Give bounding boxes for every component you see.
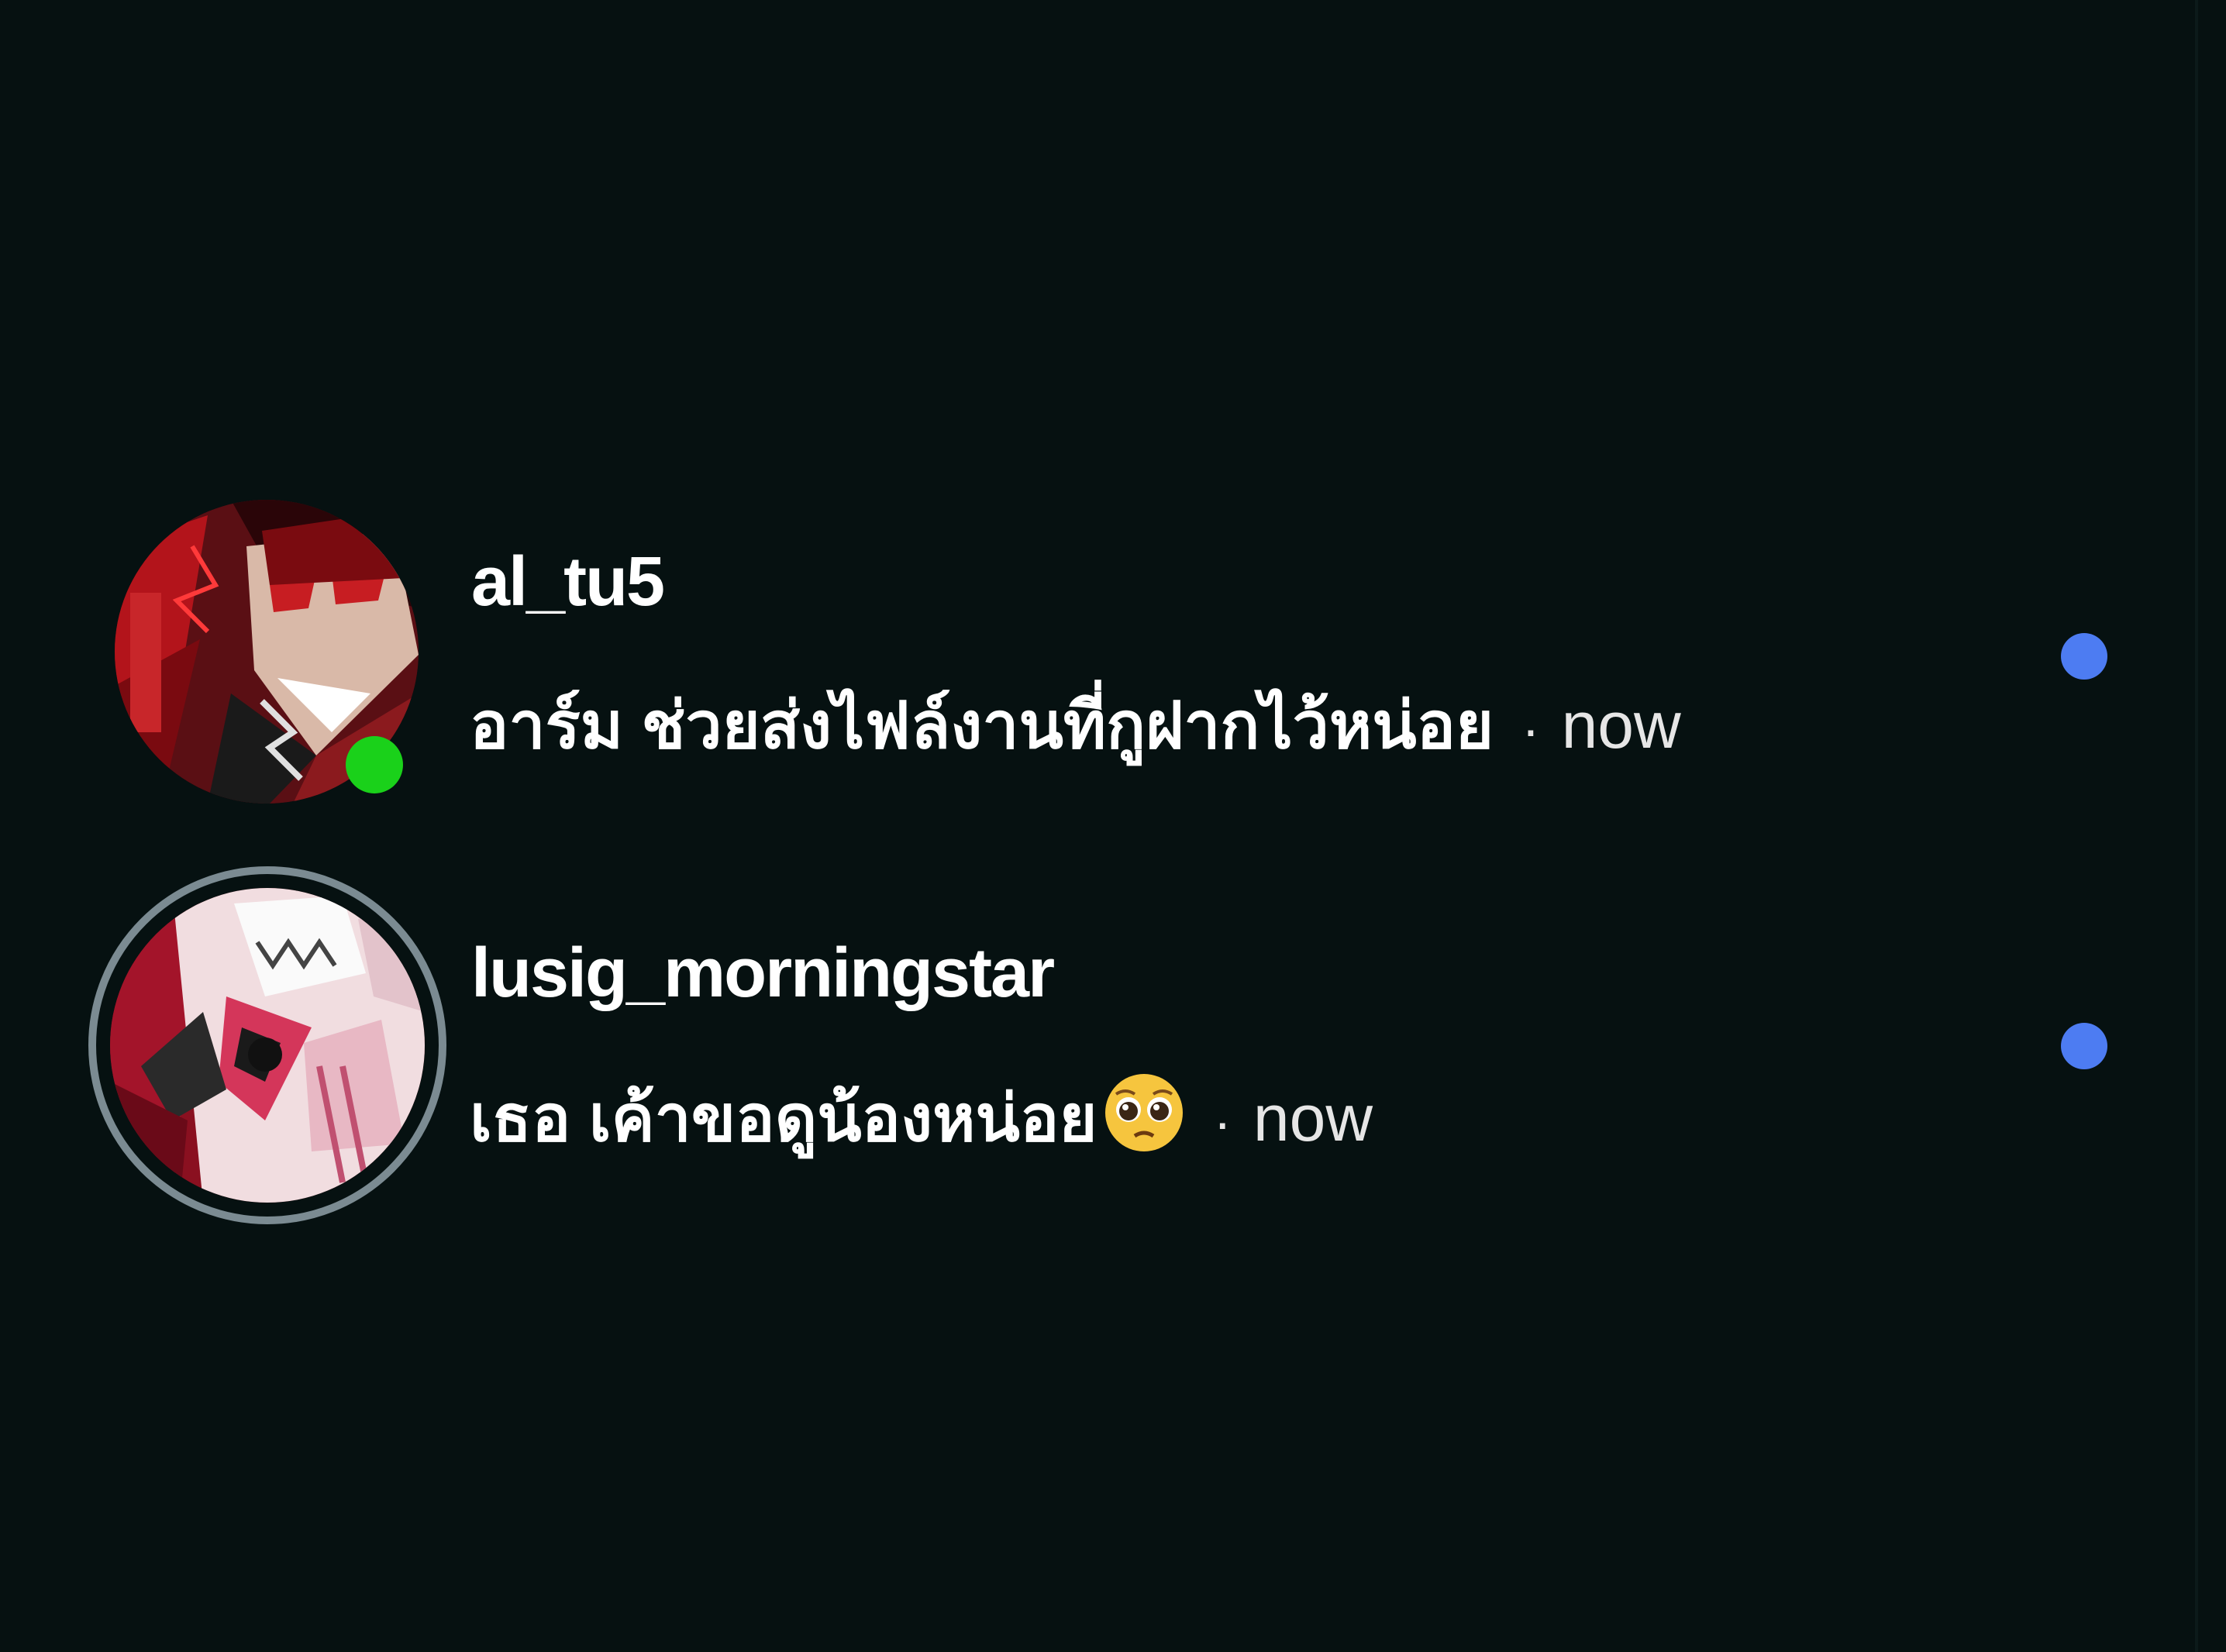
online-status-indicator xyxy=(346,736,403,793)
thread-username: al_tu5 xyxy=(471,543,665,621)
message-preview: เธอ เค้าขอดูน้องหน่อย · now xyxy=(470,1065,1373,1169)
messages-screen: al_tu5 อาร์ม ช่วยส่งไฟล์งานที่กูฝากไว้หน… xyxy=(0,0,2226,1652)
message-preview: อาร์ม ช่วยส่งไฟล์งานที่กูฝากไว้หน่อย · now xyxy=(470,673,1681,776)
unread-indicator xyxy=(2061,633,2107,680)
scrollbar-track xyxy=(2195,0,2198,1652)
message-text: เธอ เค้าขอดูน้องหน่อย xyxy=(470,1082,1097,1155)
separator: · xyxy=(1213,1092,1232,1152)
message-time: now xyxy=(1561,689,1681,762)
pleading-face-icon xyxy=(1102,1071,1186,1155)
message-text: อาร์ม ช่วยส่งไฟล์งานที่กูฝากไว้หน่อย xyxy=(470,689,1494,762)
thread-username: lusig_morningstar xyxy=(471,934,1055,1012)
avatar[interactable] xyxy=(110,888,425,1203)
avatar-image-lusig_morningstar xyxy=(110,888,425,1203)
message-time: now xyxy=(1253,1082,1373,1155)
unread-indicator xyxy=(2061,1023,2107,1069)
separator: · xyxy=(1521,699,1540,759)
